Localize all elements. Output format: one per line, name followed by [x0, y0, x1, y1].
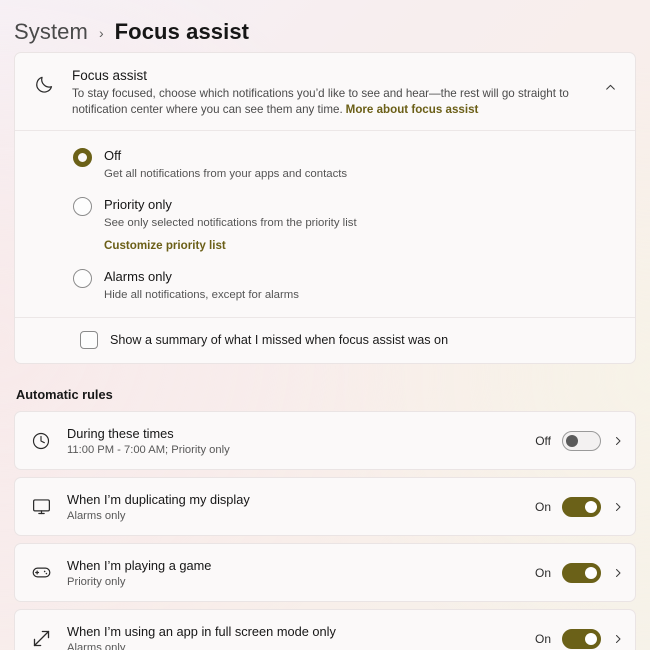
rule-title: When I’m duplicating my display — [67, 492, 250, 507]
automatic-rules-heading: Automatic rules — [16, 387, 113, 402]
gamepad-icon — [15, 562, 67, 583]
radio-indicator-alarms-only[interactable] — [73, 269, 92, 288]
clock-icon — [15, 431, 67, 451]
radio-indicator-priority-only[interactable] — [73, 197, 92, 216]
focus-assist-header[interactable]: Focus assist To stay focused, choose whi… — [15, 53, 635, 131]
chevron-right-icon[interactable] — [612, 435, 624, 447]
radio-description-off: Get all notifications from your apps and… — [104, 168, 348, 180]
radio-description-priority-only: See only selected notifications from the… — [104, 217, 357, 229]
chevron-right-icon[interactable] — [612, 567, 624, 579]
summary-checkbox-label: Show a summary of what I missed when foc… — [110, 333, 449, 347]
radio-label-off: Off — [104, 148, 122, 163]
rule-state-label: On — [534, 565, 551, 580]
page-title: Focus assist — [114, 18, 250, 44]
radio-option-off[interactable]: Off Get all notifications from your apps… — [15, 140, 635, 189]
radio-description-alarms-only: Hide all notifications, except for alarm… — [104, 289, 299, 301]
rule-toggle[interactable] — [562, 628, 601, 649]
summary-checkbox-row[interactable]: Show a summary of what I missed when foc… — [15, 318, 635, 363]
toggle-knob — [566, 434, 578, 447]
radio-option-alarms-only[interactable]: Alarms only Hide all notifications, exce… — [15, 261, 635, 310]
chevron-right-icon[interactable] — [612, 633, 624, 645]
rule-row-during-these-times[interactable]: During these times 11:00 PM - 7:00 AM; P… — [14, 411, 636, 470]
rule-state-label: On — [534, 499, 551, 514]
rule-title: When I’m playing a game — [67, 558, 212, 573]
rule-row-playing-game[interactable]: When I’m playing a game Priority only On — [14, 543, 636, 602]
more-about-focus-assist-link[interactable]: More about focus assist — [346, 103, 479, 116]
focus-assist-description-text: To stay focused, choose which notificati… — [72, 87, 569, 116]
focus-assist-description: To stay focused, choose which notificati… — [72, 86, 582, 117]
rule-subtitle: Alarms only — [67, 510, 126, 522]
fullscreen-icon — [15, 628, 67, 649]
customize-priority-list-link[interactable]: Customize priority list — [104, 239, 226, 252]
breadcrumb-parent-link[interactable]: System — [14, 19, 88, 45]
focus-assist-radio-group: Off Get all notifications from your apps… — [15, 131, 635, 317]
radio-label-alarms-only: Alarms only — [104, 269, 172, 284]
monitor-icon — [15, 496, 67, 517]
rule-subtitle: 11:00 PM - 7:00 AM; Priority only — [67, 444, 230, 456]
radio-label-priority-only: Priority only — [104, 197, 172, 212]
rule-toggle[interactable] — [562, 496, 601, 517]
rule-row-full-screen-mode[interactable]: When I’m using an app in full screen mod… — [14, 609, 636, 650]
rule-toggle[interactable] — [562, 562, 601, 583]
chevron-up-icon[interactable] — [595, 67, 625, 94]
toggle-knob — [585, 632, 597, 645]
rule-title: During these times — [67, 426, 174, 441]
radio-indicator-off[interactable] — [73, 148, 92, 167]
rule-state-label: Off — [535, 433, 551, 448]
rule-row-duplicating-display[interactable]: When I’m duplicating my display Alarms o… — [14, 477, 636, 536]
rule-subtitle: Alarms only — [67, 642, 126, 650]
toggle-knob — [585, 500, 597, 513]
focus-assist-card: Focus assist To stay focused, choose whi… — [14, 52, 636, 364]
toggle-knob — [585, 566, 597, 579]
summary-checkbox[interactable] — [80, 331, 98, 349]
radio-option-priority-only[interactable]: Priority only See only selected notifica… — [15, 189, 635, 261]
breadcrumb-separator-icon: › — [98, 25, 104, 41]
breadcrumb: System › Focus assist — [0, 0, 650, 52]
rule-subtitle: Priority only — [67, 576, 126, 588]
rule-title: When I’m using an app in full screen mod… — [67, 624, 336, 639]
rule-state-label: On — [534, 631, 551, 646]
moon-icon — [29, 67, 59, 95]
rule-toggle[interactable] — [562, 430, 601, 451]
chevron-right-icon[interactable] — [612, 501, 624, 513]
focus-assist-title: Focus assist — [72, 68, 148, 83]
